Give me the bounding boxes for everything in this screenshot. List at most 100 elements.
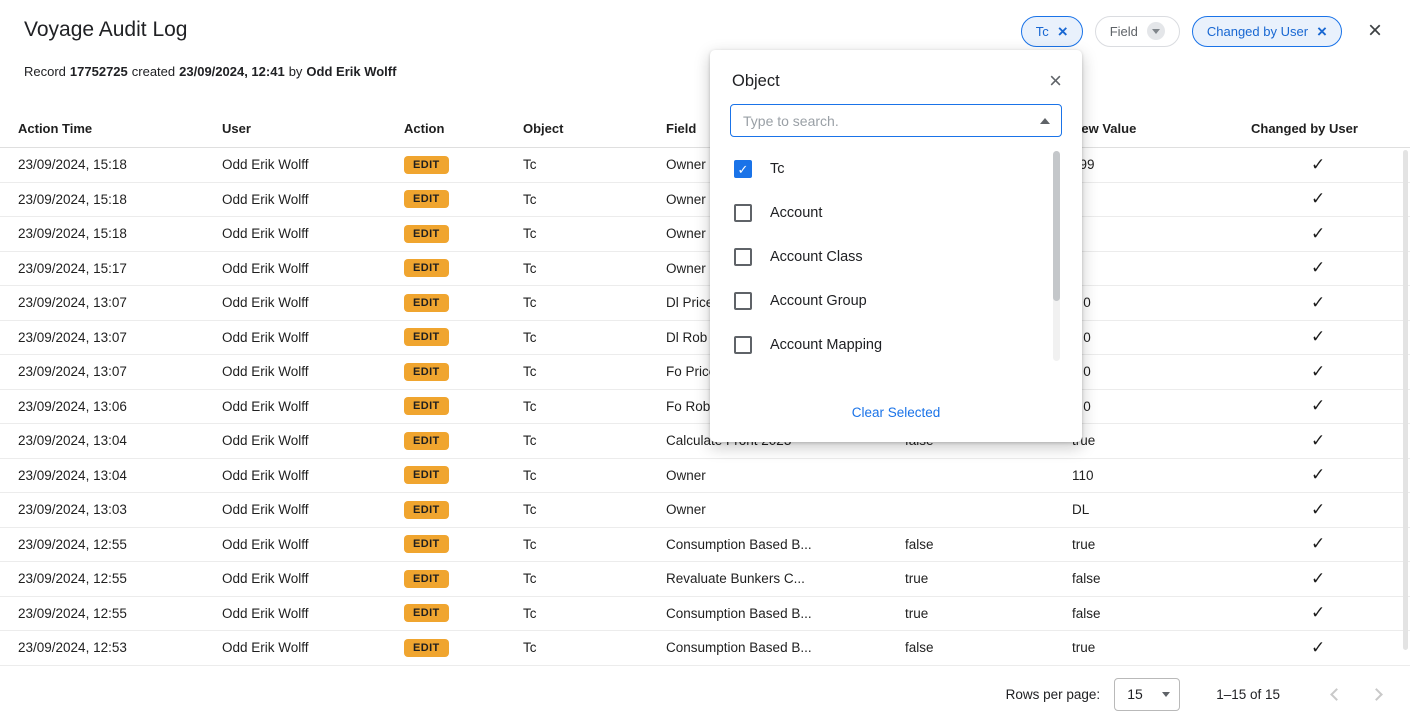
object-option-list: ✓ Tc ✓ Account ✓ Account Class ✓ Account… <box>710 147 1082 367</box>
table-row: 23/09/2024, 12:55 Odd Erik Wolff EDIT Tc… <box>0 528 1410 563</box>
next-page-button[interactable] <box>1364 680 1392 708</box>
cell-changed-by-user: ✓ <box>1251 293 1410 313</box>
cell-object: Tc <box>523 640 666 655</box>
record-author: Odd Erik Wolff <box>306 64 396 79</box>
object-search-input[interactable] <box>730 104 1062 137</box>
object-option[interactable]: ✓ Tc <box>710 147 1082 191</box>
clear-selected-row: Clear Selected <box>710 405 1082 420</box>
cell-action: EDIT <box>404 570 523 588</box>
table-row: 23/09/2024, 12:55 Odd Erik Wolff EDIT Tc… <box>0 562 1410 597</box>
cell-user: Odd Erik Wolff <box>222 364 404 379</box>
cell-object: Tc <box>523 399 666 414</box>
edit-action-badge: EDIT <box>404 570 449 588</box>
popup-close-icon[interactable]: × <box>1049 70 1062 92</box>
cell-field: Consumption Based B... <box>666 640 905 655</box>
cell-changed-by-user: ✓ <box>1251 500 1410 520</box>
cell-object: Tc <box>523 364 666 379</box>
cell-user: Odd Erik Wolff <box>222 330 404 345</box>
cell-action-time: 23/09/2024, 15:18 <box>0 157 222 172</box>
filter-chip-field[interactable]: Field <box>1095 16 1180 47</box>
cell-new-value: 999 <box>1072 157 1251 172</box>
popup-scrollbar-thumb[interactable] <box>1053 151 1060 301</box>
filter-chip-tc[interactable]: Tc × <box>1021 16 1083 47</box>
changed-check-icon: ✓ <box>1311 224 1325 243</box>
cell-old-value: false <box>905 537 1072 552</box>
cell-changed-by-user: ✓ <box>1251 534 1410 554</box>
checkbox[interactable]: ✓ <box>734 292 752 310</box>
column-header-user: User <box>222 121 404 136</box>
cell-user: Odd Erik Wolff <box>222 399 404 414</box>
changed-check-icon: ✓ <box>1311 465 1325 484</box>
field-dropdown-icon[interactable] <box>1147 22 1165 40</box>
cell-new-value: DL <box>1072 502 1251 517</box>
close-icon[interactable]: × <box>1368 19 1382 43</box>
cell-changed-by-user: ✓ <box>1251 638 1410 658</box>
previous-page-button[interactable] <box>1320 680 1348 708</box>
pagination-range: 1–15 of 15 <box>1216 687 1280 702</box>
object-option-label: Account Group <box>770 293 867 309</box>
column-header-action: Action <box>404 121 523 136</box>
table-row: 23/09/2024, 12:53 Odd Erik Wolff EDIT Tc… <box>0 631 1410 666</box>
object-option[interactable]: ✓ Account Group <box>710 279 1082 323</box>
cell-user: Odd Erik Wolff <box>222 261 404 276</box>
cell-object: Tc <box>523 226 666 241</box>
cell-object: Tc <box>523 468 666 483</box>
created-at: 23/09/2024, 12:41 <box>179 64 285 79</box>
cell-action-time: 23/09/2024, 12:55 <box>0 571 222 586</box>
checkbox[interactable]: ✓ <box>734 160 752 178</box>
cell-changed-by-user: ✓ <box>1251 327 1410 347</box>
cell-new-value: 5.0 <box>1072 364 1251 379</box>
column-header-object: Object <box>523 121 666 136</box>
rows-per-page-select[interactable]: 15 <box>1114 678 1180 711</box>
cell-action-time: 23/09/2024, 15:18 <box>0 226 222 241</box>
table-row: 23/09/2024, 12:55 Odd Erik Wolff EDIT Tc… <box>0 597 1410 632</box>
cell-action: EDIT <box>404 432 523 450</box>
cell-user: Odd Erik Wolff <box>222 571 404 586</box>
cell-field: Consumption Based B... <box>666 606 905 621</box>
cell-new-value: H <box>1072 226 1251 241</box>
edit-action-badge: EDIT <box>404 259 449 277</box>
changed-check-icon: ✓ <box>1311 431 1325 450</box>
remove-changed-filter-icon[interactable]: × <box>1317 23 1327 40</box>
cell-action: EDIT <box>404 501 523 519</box>
cell-action-time: 23/09/2024, 13:07 <box>0 295 222 310</box>
cell-changed-by-user: ✓ <box>1251 569 1410 589</box>
table-header-row: Action Time User Action Object Field Old… <box>0 110 1410 148</box>
object-option[interactable]: ✓ Account Mapping <box>710 323 1082 367</box>
changed-check-icon: ✓ <box>1311 327 1325 346</box>
cell-changed-by-user: ✓ <box>1251 396 1410 416</box>
object-option[interactable]: ✓ Account <box>710 191 1082 235</box>
table-row: 23/09/2024, 15:18 Odd Erik Wolff EDIT Tc… <box>0 217 1410 252</box>
cell-action-time: 23/09/2024, 15:18 <box>0 192 222 207</box>
cell-user: Odd Erik Wolff <box>222 537 404 552</box>
chevron-right-icon <box>1370 688 1383 701</box>
edit-action-badge: EDIT <box>404 639 449 657</box>
cell-field: Owner <box>666 468 905 483</box>
table-row: 23/09/2024, 15:17 Odd Erik Wolff EDIT Tc… <box>0 252 1410 287</box>
cell-user: Odd Erik Wolff <box>222 468 404 483</box>
edit-action-badge: EDIT <box>404 190 449 208</box>
changed-check-icon: ✓ <box>1311 362 1325 381</box>
cell-user: Odd Erik Wolff <box>222 606 404 621</box>
table-row: 23/09/2024, 13:07 Odd Erik Wolff EDIT Tc… <box>0 286 1410 321</box>
checkbox[interactable]: ✓ <box>734 204 752 222</box>
popup-scrollbar[interactable] <box>1053 151 1060 361</box>
cell-action-time: 23/09/2024, 13:03 <box>0 502 222 517</box>
vertical-scrollbar[interactable] <box>1403 150 1408 650</box>
chevron-down-icon <box>1162 692 1170 697</box>
filter-chip-changed-by-user[interactable]: Changed by User × <box>1192 16 1342 47</box>
cell-user: Odd Erik Wolff <box>222 295 404 310</box>
edit-action-badge: EDIT <box>404 363 449 381</box>
object-option[interactable]: ✓ Account Class <box>710 235 1082 279</box>
remove-tc-filter-icon[interactable]: × <box>1058 23 1068 40</box>
clear-selected-button[interactable]: Clear Selected <box>852 405 941 420</box>
cell-action-time: 23/09/2024, 15:17 <box>0 261 222 276</box>
checkbox[interactable]: ✓ <box>734 248 752 266</box>
checkbox[interactable]: ✓ <box>734 336 752 354</box>
changed-check-icon: ✓ <box>1311 569 1325 588</box>
audit-log-table: Action Time User Action Object Field Old… <box>0 110 1410 666</box>
table-row: 23/09/2024, 15:18 Odd Erik Wolff EDIT Tc… <box>0 148 1410 183</box>
rows-per-page-value: 15 <box>1127 686 1143 702</box>
filter-chip-changed-label: Changed by User <box>1207 24 1308 39</box>
changed-check-icon: ✓ <box>1311 189 1325 208</box>
